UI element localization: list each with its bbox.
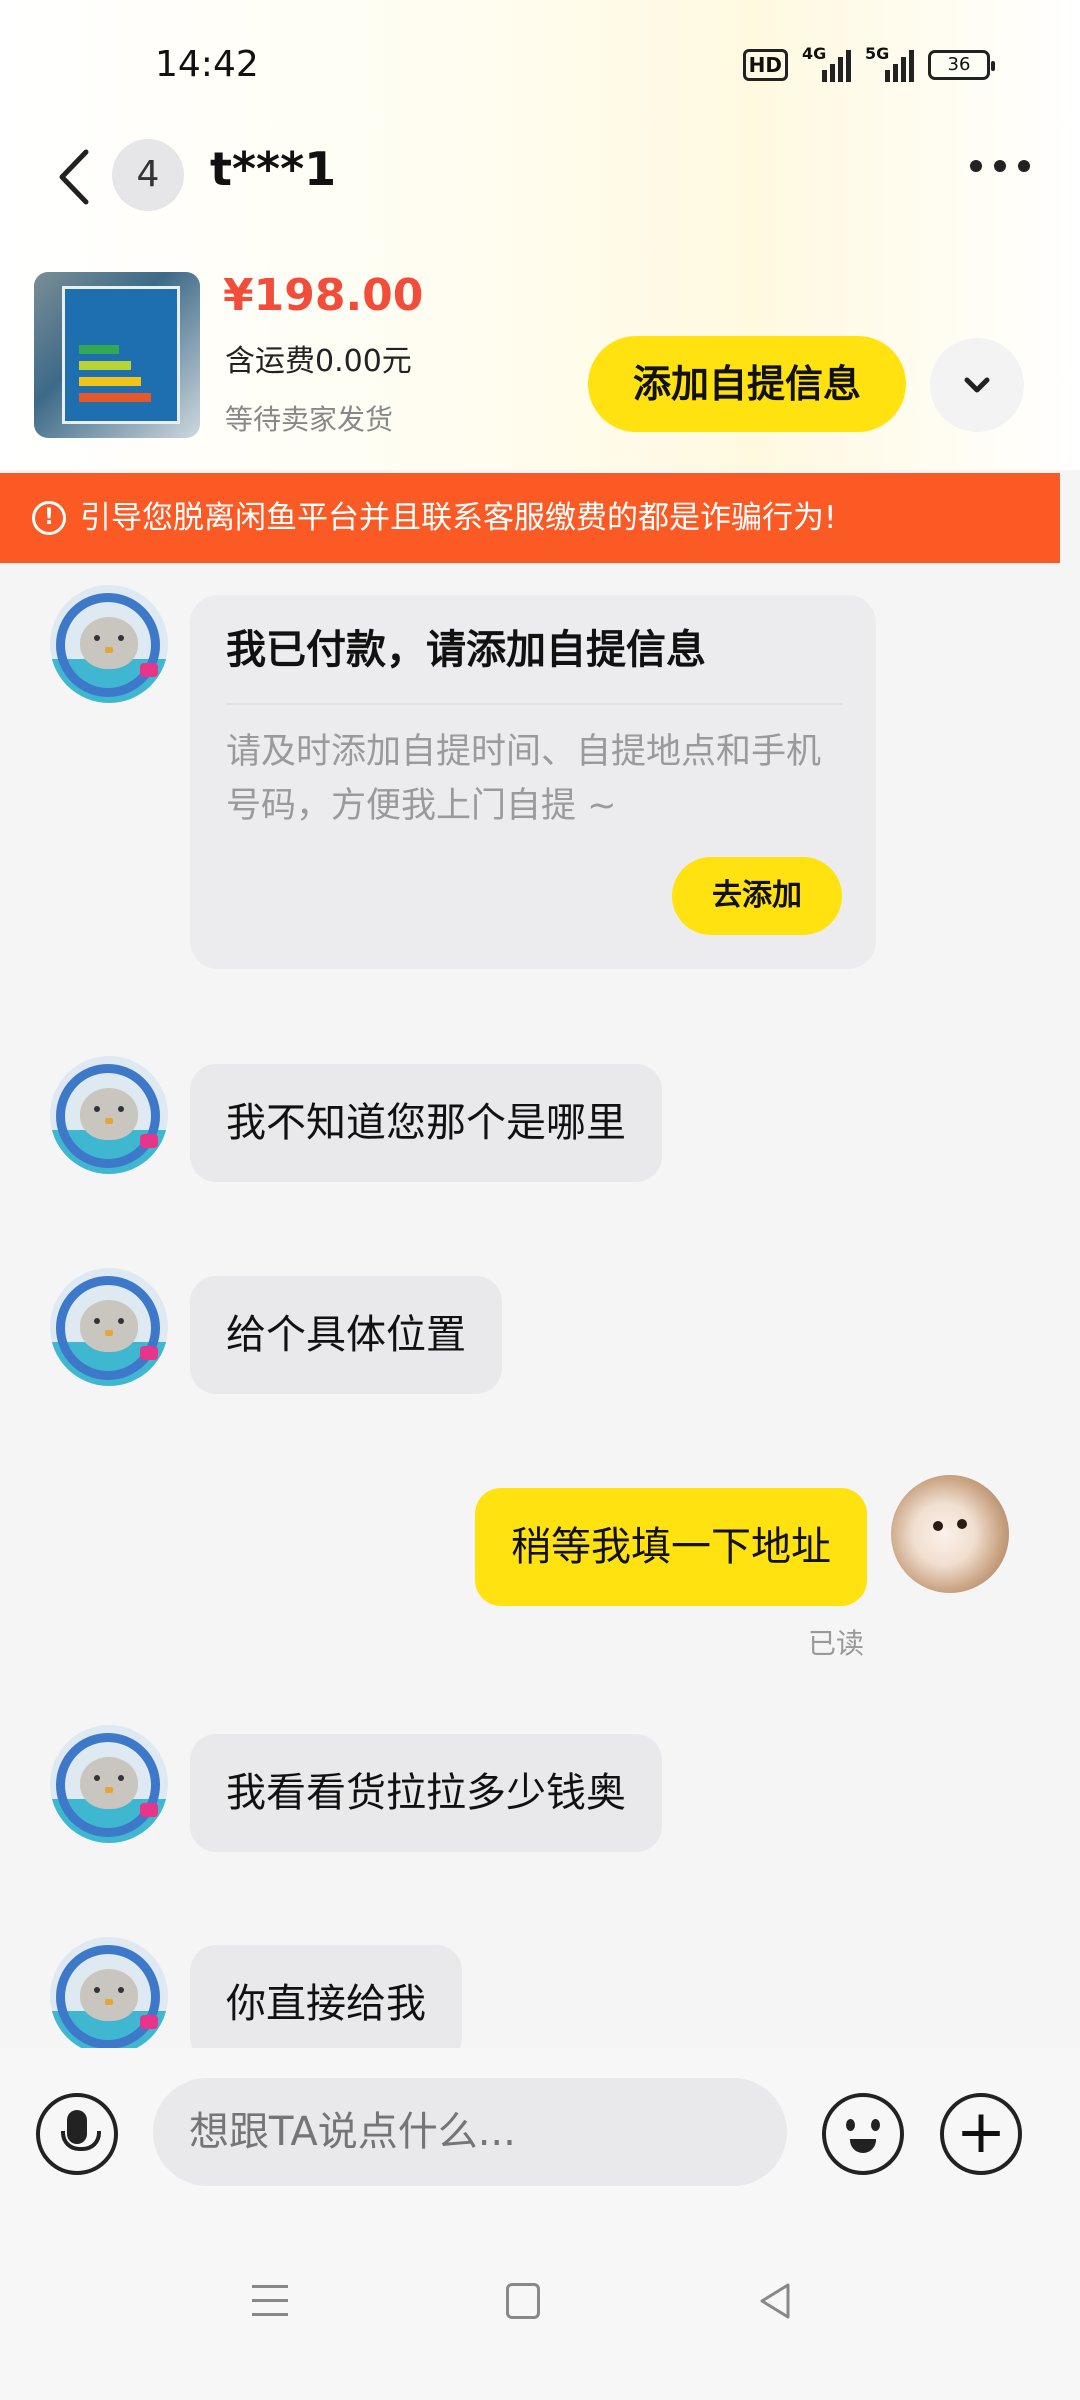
message-bubble[interactable]: 给个具体位置 bbox=[190, 1276, 502, 1394]
hd-icon: HD bbox=[742, 49, 788, 81]
home-icon[interactable] bbox=[506, 2283, 540, 2319]
product-summary[interactable]: ¥198.00 含运费0.00元 等待卖家发货 添加自提信息 bbox=[0, 270, 1080, 450]
product-price: ¥198.00 bbox=[223, 270, 424, 321]
product-thumbnail[interactable] bbox=[34, 272, 200, 438]
battery-icon: 36 bbox=[928, 50, 995, 80]
my-message-bubble[interactable]: 稍等我填一下地址 bbox=[475, 1488, 867, 1606]
add-pickup-info-button[interactable]: 添加自提信息 bbox=[588, 336, 906, 432]
go-add-button[interactable]: 去添加 bbox=[672, 857, 842, 935]
system-back-icon[interactable] bbox=[756, 2281, 796, 2321]
plus-circle-icon[interactable]: + bbox=[940, 2093, 1022, 2175]
chat-header: 4 t***1 bbox=[0, 130, 1080, 240]
unread-count-badge: 4 bbox=[112, 139, 184, 211]
status-time: 14:42 bbox=[155, 44, 259, 85]
message-bubble[interactable]: 我不知道您那个是哪里 bbox=[190, 1064, 662, 1182]
chevron-down-icon[interactable] bbox=[930, 338, 1024, 432]
back-chevron-icon[interactable] bbox=[50, 142, 100, 212]
warning-text: 引导您脱离闲鱼平台并且联系客服缴费的都是诈骗行为! bbox=[80, 500, 837, 536]
message-bubble[interactable]: 你直接给我 bbox=[190, 1945, 462, 2063]
my-avatar[interactable] bbox=[891, 1475, 1009, 1593]
message-bubble[interactable]: 我看看货拉拉多少钱奥 bbox=[190, 1734, 662, 1852]
shipping-fee: 含运费0.00元 bbox=[225, 344, 412, 379]
card-body: 请及时添加自提时间、自提地点和手机号码，方便我上门自提 ~ bbox=[226, 732, 822, 826]
page-title: t***1 bbox=[210, 142, 337, 196]
system-navigation-bar bbox=[0, 2245, 1080, 2365]
status-icons: HD 4G 5G 36 bbox=[742, 44, 995, 82]
signal-5g-icon: 5G bbox=[865, 44, 914, 82]
card-title: 我已付款，请添加自提信息 bbox=[226, 627, 706, 673]
avatar[interactable] bbox=[50, 1725, 168, 1843]
divider bbox=[226, 703, 842, 705]
avatar[interactable] bbox=[50, 1268, 168, 1386]
recent-apps-icon[interactable] bbox=[252, 2285, 288, 2319]
fraud-warning-banner: ! 引导您脱离闲鱼平台并且联系客服缴费的都是诈骗行为! bbox=[0, 473, 1060, 563]
avatar[interactable] bbox=[50, 1937, 168, 2055]
read-receipt: 已读 bbox=[808, 1627, 865, 1660]
message-input[interactable] bbox=[153, 2078, 787, 2186]
alert-circle-icon: ! bbox=[32, 501, 66, 535]
avatar[interactable] bbox=[50, 1056, 168, 1174]
pickup-request-card: 我已付款，请添加自提信息 请及时添加自提时间、自提地点和手机号码，方便我上门自提… bbox=[190, 595, 876, 969]
avatar[interactable] bbox=[50, 585, 168, 703]
status-bar: 14:42 HD 4G 5G 36 bbox=[0, 0, 1080, 130]
order-status: 等待卖家发货 bbox=[225, 403, 394, 436]
more-dots-icon[interactable] bbox=[970, 160, 1030, 172]
smiley-icon[interactable] bbox=[822, 2093, 904, 2175]
microphone-icon[interactable] bbox=[36, 2093, 118, 2175]
signal-4g-icon: 4G bbox=[802, 44, 851, 82]
